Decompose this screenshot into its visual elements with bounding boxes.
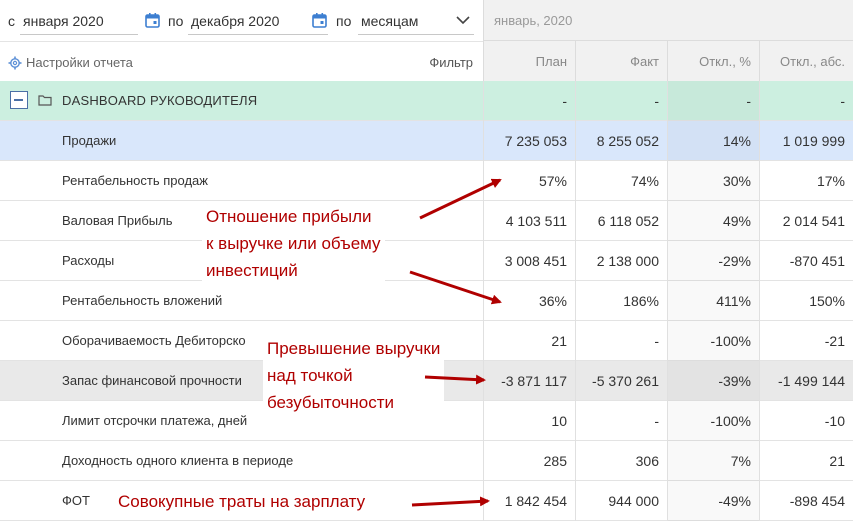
cell-plan: 57% <box>483 161 575 201</box>
table-row[interactable]: Рентабельность продаж 57% 74% 30% 17% <box>0 161 853 201</box>
cell-fact: 2 138 000 <box>575 241 667 281</box>
cell-dev-abs: 1 019 999 <box>759 121 853 161</box>
cell-fact: - <box>575 321 667 361</box>
cell-dev-pct: 30% <box>667 161 759 201</box>
annotation-line: над точкой <box>267 366 353 385</box>
cell-plan: 7 235 053 <box>483 121 575 161</box>
table-row[interactable]: Продажи 7 235 053 8 255 052 14% 1 019 99… <box>0 121 853 161</box>
annotation-line: инвестиций <box>206 261 298 280</box>
to-label: по <box>168 13 184 29</box>
cell-fact: 8 255 052 <box>575 121 667 161</box>
cell-plan: 21 <box>483 321 575 361</box>
cell-dev-abs: - <box>759 81 853 121</box>
month-header: январь, 2020 <box>483 0 853 41</box>
calendar-icon[interactable] <box>312 12 327 28</box>
cell-dev-abs: 17% <box>759 161 853 201</box>
row-label: Рентабельность вложений <box>62 293 223 308</box>
row-label: Валовая Прибыль <box>62 213 173 228</box>
folder-icon <box>38 95 52 106</box>
cell-fact: - <box>575 81 667 121</box>
table-row[interactable]: Рентабельность вложений 36% 186% 411% 15… <box>0 281 853 321</box>
cell-plan: 4 103 511 <box>483 201 575 241</box>
cell-dev-abs: 2 014 541 <box>759 201 853 241</box>
row-label: Запас финансовой прочности <box>62 373 242 388</box>
cell-fact: 186% <box>575 281 667 321</box>
annotation-line: к выручке или объему <box>206 234 381 253</box>
cell-dev-pct: - <box>667 81 759 121</box>
table-row[interactable]: Расходы 3 008 451 2 138 000 -29% -870 45… <box>0 241 853 281</box>
table-row[interactable]: Доходность одного клиента в периоде 285 … <box>0 441 853 481</box>
cell-dev-abs: -870 451 <box>759 241 853 281</box>
annotation-line: Отношение прибыли <box>206 207 372 226</box>
cell-fact: 6 118 052 <box>575 201 667 241</box>
to-date-field[interactable]: декабря 2020 <box>188 7 328 35</box>
cell-fact: -5 370 261 <box>575 361 667 401</box>
cell-dev-abs: -898 454 <box>759 481 853 521</box>
cell-fact: - <box>575 401 667 441</box>
cell-plan: 285 <box>483 441 575 481</box>
cell-dev-pct: 14% <box>667 121 759 161</box>
column-header-dev-abs[interactable]: Откл., абс. <box>759 41 853 81</box>
cell-dev-abs: -21 <box>759 321 853 361</box>
report-settings-label: Настройки отчета <box>26 55 133 70</box>
cell-dev-pct: -100% <box>667 321 759 361</box>
collapse-icon[interactable] <box>10 91 28 109</box>
column-header-dev-pct[interactable]: Откл., % <box>667 41 759 81</box>
row-label: Лимит отсрочки платежа, дней <box>62 413 248 428</box>
annotation-line: Превышение выручки <box>267 339 441 358</box>
cell-dev-pct: 49% <box>667 201 759 241</box>
column-header-plan[interactable]: План <box>483 41 575 81</box>
table-row[interactable]: Валовая Прибыль 4 103 511 6 118 052 49% … <box>0 201 853 241</box>
cell-dev-abs: 21 <box>759 441 853 481</box>
row-label: DASHBOARD РУКОВОДИТЕЛЯ <box>62 93 258 108</box>
cell-dev-pct: -100% <box>667 401 759 441</box>
annotation-profit-ratio: Отношение прибыли к выручке или объему и… <box>202 203 385 284</box>
cell-fact: 944 000 <box>575 481 667 521</box>
cell-dev-pct: -29% <box>667 241 759 281</box>
period-toolbar: с января 2020 по декабря 2020 по месяцам <box>0 0 483 41</box>
annotation-line: безубыточности <box>267 393 395 412</box>
cell-fact: 74% <box>575 161 667 201</box>
gear-icon <box>8 56 22 69</box>
cell-dev-abs: -1 499 144 <box>759 361 853 401</box>
row-label: Доходность одного клиента в периоде <box>62 453 294 468</box>
column-header-fact[interactable]: Факт <box>575 41 667 81</box>
cell-dev-pct: 411% <box>667 281 759 321</box>
cell-dev-pct: -49% <box>667 481 759 521</box>
row-label: Рентабельность продаж <box>62 173 208 188</box>
cell-plan: - <box>483 81 575 121</box>
cell-plan: -3 871 117 <box>483 361 575 401</box>
report-settings-bar: Настройки отчета Фильтр <box>0 41 483 82</box>
row-label: ФОТ <box>62 493 90 508</box>
row-label: Оборачиваемость Дебиторско <box>62 333 246 348</box>
cell-plan: 1 842 454 <box>483 481 575 521</box>
report-settings-button[interactable]: Настройки отчета <box>8 55 133 70</box>
chevron-down-icon[interactable] <box>456 15 470 25</box>
cell-plan: 10 <box>483 401 575 441</box>
cell-dev-pct: 7% <box>667 441 759 481</box>
annotation-breakeven: Превышение выручки над точкой безубыточн… <box>263 335 445 416</box>
row-label: Расходы <box>62 253 115 268</box>
annotation-payroll: Совокупные траты на зарплату <box>114 488 370 515</box>
cell-plan: 3 008 451 <box>483 241 575 281</box>
cell-dev-pct: -39% <box>667 361 759 401</box>
row-label: Продажи <box>62 133 117 148</box>
cell-dev-abs: -10 <box>759 401 853 441</box>
from-label: с <box>8 13 15 29</box>
calendar-icon[interactable] <box>145 12 160 28</box>
cell-dev-abs: 150% <box>759 281 853 321</box>
cell-fact: 306 <box>575 441 667 481</box>
cell-plan: 36% <box>483 281 575 321</box>
filter-button[interactable]: Фильтр <box>429 55 473 70</box>
table-row[interactable]: DASHBOARD РУКОВОДИТЕЛЯ - - - - <box>0 81 853 121</box>
period-by-label: по <box>336 13 352 29</box>
from-date-field[interactable]: января 2020 <box>20 7 138 35</box>
